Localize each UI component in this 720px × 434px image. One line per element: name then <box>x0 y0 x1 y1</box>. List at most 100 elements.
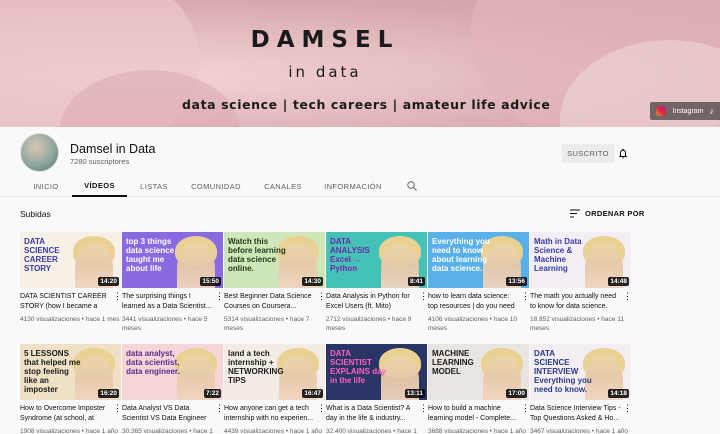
video-views: 18.852 visualizaciones <box>530 316 596 323</box>
video-title[interactable]: The math you actually need to know for d… <box>530 292 622 312</box>
video-thumbnail[interactable]: DATA ANALYSIS Excel → Python 8:41 <box>326 232 427 288</box>
video-title[interactable]: Data Analysis in Python for Excel Users … <box>326 292 418 312</box>
video-age: hace 1 año <box>289 428 323 434</box>
instagram-link[interactable]: Instagram <box>672 108 703 115</box>
thumbnail-text: DATA SCIENCE CAREER STORY <box>24 237 60 273</box>
banner-social-links: Instagram ♪ <box>650 102 720 120</box>
banner-tagline: data science | tech careers | amateur li… <box>182 97 551 112</box>
tab-videos[interactable]: VÍDEOS <box>72 175 127 197</box>
video-duration: 13:56 <box>506 277 527 286</box>
thumbnail-text: top 3 things data science taught me abou… <box>126 237 175 273</box>
video-thumbnail[interactable]: Watch this before learning data science … <box>224 232 325 288</box>
more-options-icon[interactable]: ⋮ <box>215 292 224 302</box>
more-options-icon[interactable]: ⋮ <box>623 292 632 302</box>
banner-title: DAMSEL <box>250 27 400 53</box>
video-views: 4130 visualizaciones <box>20 316 80 323</box>
channel-name: Damsel in Data <box>70 142 156 156</box>
video-views: 4106 visualizaciones <box>428 316 488 323</box>
video-thumbnail[interactable]: data analyst, data scientist, data engin… <box>122 344 223 400</box>
tiktok-icon[interactable]: ♪ <box>710 106 715 116</box>
video-age: hace 1 año <box>493 428 527 434</box>
tab-informacion[interactable]: INFORMACIÓN <box>320 175 386 197</box>
video-thumbnail[interactable]: DATA SCIENTIST EXPLAINS day in the life 1… <box>326 344 427 400</box>
video-title[interactable]: Data Science Interview Tips - Top Questi… <box>530 404 622 424</box>
more-options-icon[interactable]: ⋮ <box>113 404 122 414</box>
video-duration: 14:18 <box>608 389 629 398</box>
thumbnail-text: Everything you need to know about learni… <box>432 237 490 273</box>
video-meta: 4439 visualizaciones • hace 1 año <box>224 427 325 434</box>
video-duration: 8:41 <box>407 277 425 286</box>
subscriber-count: 7280 suscriptores <box>70 157 130 166</box>
video-duration: 17:00 <box>506 389 527 398</box>
tab-canales[interactable]: CANALES <box>258 175 308 197</box>
video-age: hace 1 mes <box>85 316 120 323</box>
more-options-icon[interactable]: ⋮ <box>623 404 632 414</box>
video-thumbnail[interactable]: 5 LESSONS that helped me stop feeling li… <box>20 344 121 400</box>
thumbnail-text: 5 LESSONS that helped me stop feeling li… <box>24 349 81 394</box>
video-views: 32.400 visualizaciones <box>326 428 392 434</box>
video-thumbnail[interactable]: MACHINE LEARNING MODEL 17:00 <box>428 344 529 400</box>
video-title[interactable]: How to build a machine learning model - … <box>428 404 520 424</box>
video-meta: 3441 visualizaciones • hace 5 meses <box>122 315 223 333</box>
video-title[interactable]: DATA SCIENTIST CAREER STORY (how I becam… <box>20 292 112 312</box>
thumbnail-text: land a tech internship + NETWORKING TIPS <box>228 349 284 385</box>
video-meta: 4130 visualizaciones • hace 1 mes <box>20 315 121 324</box>
tab-comunidad[interactable]: COMUNIDAD <box>186 175 246 197</box>
video-meta: 2712 visualizaciones • hace 9 meses <box>326 315 427 333</box>
video-duration: 16:20 <box>98 389 119 398</box>
search-icon[interactable] <box>406 180 418 192</box>
sort-button[interactable]: ORDENAR POR <box>570 209 645 218</box>
video-views: 3688 visualizaciones <box>428 428 488 434</box>
sort-label: ORDENAR POR <box>585 209 645 218</box>
thumbnail-text: DATA SCIENCE INTERVIEW Everything you ne… <box>534 349 592 394</box>
video-duration: 14:48 <box>608 277 629 286</box>
video-meta: 1908 visualizaciones • hace 1 año <box>20 427 121 434</box>
thumbnail-text: DATA SCIENTIST EXPLAINS day in the life <box>330 349 387 385</box>
avatar[interactable] <box>20 133 59 172</box>
video-thumbnail[interactable]: DATA SCIENCE INTERVIEW Everything you ne… <box>530 344 631 400</box>
video-meta: 3467 visualizaciones • hace 1 año <box>530 427 631 434</box>
channel-banner: DAMSEL in data data science | tech caree… <box>0 0 720 127</box>
video-thumbnail[interactable]: Everything you need to know about learni… <box>428 232 529 288</box>
video-title[interactable]: The surprising things I learned as a Dat… <box>122 292 214 312</box>
video-meta: 5314 visualizaciones • hace 7 meses <box>224 315 325 333</box>
more-options-icon[interactable]: ⋮ <box>113 292 122 302</box>
sort-icon <box>570 209 580 218</box>
thumbnail-text: MACHINE LEARNING MODEL <box>432 349 474 376</box>
video-thumbnail[interactable]: top 3 things data science taught me abou… <box>122 232 223 288</box>
video-title[interactable]: What is a Data Scientist? A day in the l… <box>326 404 418 424</box>
video-duration: 15:50 <box>200 277 221 286</box>
video-title[interactable]: How to Overcome Imposter Syndrome (at sc… <box>20 404 112 424</box>
video-title[interactable]: Data Analyst VS Data Scientist VS Data E… <box>122 404 214 424</box>
video-views: 3441 visualizaciones <box>122 316 182 323</box>
thumbnail-text: DATA ANALYSIS Excel → Python <box>330 237 370 273</box>
video-meta: 4106 visualizaciones • hace 10 meses <box>428 315 529 333</box>
more-options-icon[interactable]: ⋮ <box>419 292 428 302</box>
video-thumbnail[interactable]: DATA SCIENCE CAREER STORY 14:20 <box>20 232 121 288</box>
video-meta: 32.400 visualizaciones • hace 1 año <box>326 427 427 434</box>
video-thumbnail[interactable]: land a tech internship + NETWORKING TIPS… <box>224 344 325 400</box>
more-options-icon[interactable]: ⋮ <box>521 292 530 302</box>
more-options-icon[interactable]: ⋮ <box>521 404 530 414</box>
video-thumbnail[interactable]: Math in Data Science & Machine Learning 1… <box>530 232 631 288</box>
video-duration: 14:30 <box>302 277 323 286</box>
bell-icon[interactable] <box>617 147 629 160</box>
thumbnail-text: data analyst, data scientist, data engin… <box>126 349 180 376</box>
video-title[interactable]: How anyone can get a tech internship wit… <box>224 404 316 424</box>
subscribe-button[interactable]: SUSCRITO <box>562 144 614 163</box>
more-options-icon[interactable]: ⋮ <box>215 404 224 414</box>
instagram-icon[interactable] <box>656 106 667 116</box>
more-options-icon[interactable]: ⋮ <box>317 292 326 302</box>
video-views: 4439 visualizaciones <box>224 428 284 434</box>
video-views: 1908 visualizaciones <box>20 428 80 434</box>
video-meta: 3688 visualizaciones • hace 1 año <box>428 427 529 434</box>
tab-inicio[interactable]: INICIO <box>26 175 66 197</box>
tab-listas[interactable]: LISTAS <box>133 175 175 197</box>
video-views: 3467 visualizaciones <box>530 428 590 434</box>
video-views: 5314 visualizaciones <box>224 316 284 323</box>
more-options-icon[interactable]: ⋮ <box>419 404 428 414</box>
video-title[interactable]: Best Beginner Data Science Courses on Co… <box>224 292 316 312</box>
more-options-icon[interactable]: ⋮ <box>317 404 326 414</box>
banner-subtitle: in data <box>288 63 362 81</box>
video-title[interactable]: how to learn data science: top resources… <box>428 292 520 312</box>
